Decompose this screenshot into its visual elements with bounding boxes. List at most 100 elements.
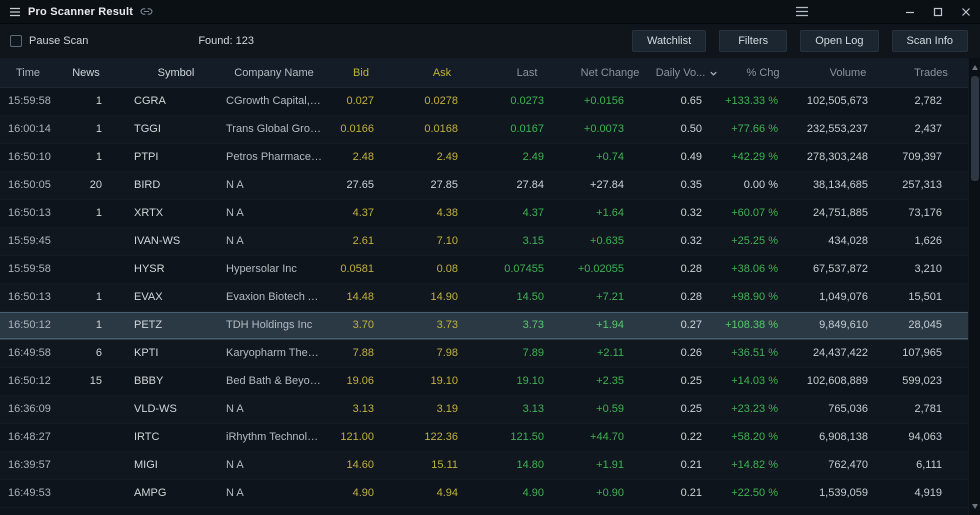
column-header-bid[interactable]: Bid bbox=[322, 58, 400, 87]
cell-volume: 1,049,076 bbox=[819, 291, 868, 303]
cell-time: 16:36:09 bbox=[8, 403, 51, 415]
cell-news: 1 bbox=[95, 291, 102, 303]
column-header-symbol[interactable]: Symbol bbox=[122, 58, 218, 87]
column-header-company[interactable]: Company Name bbox=[218, 58, 322, 87]
scroll-up-button[interactable] bbox=[969, 60, 980, 74]
cell-net-change: +7.21 bbox=[596, 291, 624, 303]
column-header-ask[interactable]: Ask bbox=[400, 58, 484, 87]
cell-symbol: AMPG bbox=[134, 487, 167, 499]
cell-last: 27.84 bbox=[516, 179, 544, 191]
column-header-volume[interactable]: Volume bbox=[802, 58, 894, 87]
cell-volume: 24,751,885 bbox=[812, 207, 868, 219]
cell-news: 20 bbox=[89, 179, 102, 191]
cell-pct-chg: +42.29 % bbox=[731, 151, 778, 163]
cell-company: Bed Bath & Beyon... bbox=[226, 375, 322, 387]
table-row[interactable]: 15:59:58 1 CGRA CGrowth Capital, I... 0.… bbox=[0, 88, 968, 116]
column-header-pctchg[interactable]: % Chg bbox=[724, 58, 802, 87]
cell-trades: 107,965 bbox=[902, 347, 942, 359]
column-header-last[interactable]: Last bbox=[484, 58, 570, 87]
cell-time: 16:50:13 bbox=[8, 291, 51, 303]
table-row[interactable]: 15:59:45 IVAN-WS N A 2.61 7.10 3.15 +0.6… bbox=[0, 228, 968, 256]
cell-time: 16:50:05 bbox=[8, 179, 51, 191]
cell-daily-vol: 0.25 bbox=[680, 375, 702, 387]
scan-info-button[interactable]: Scan Info bbox=[891, 30, 968, 52]
column-header-news[interactable]: News bbox=[70, 58, 122, 87]
cell-time: 15:59:58 bbox=[8, 263, 51, 275]
cell-pct-chg: +14.82 % bbox=[731, 459, 778, 471]
table-row[interactable]: 16:50:12 1 PETZ TDH Holdings Inc 3.70 3.… bbox=[0, 312, 968, 340]
cell-last: 121.50 bbox=[510, 431, 544, 443]
cell-trades: 15,501 bbox=[908, 291, 942, 303]
cell-net-change: +44.70 bbox=[590, 431, 624, 443]
cell-volume: 102,608,889 bbox=[806, 375, 868, 387]
cell-last: 4.90 bbox=[522, 487, 544, 499]
table-row[interactable]: 16:49:58 6 KPTI Karyopharm Thera... 7.88… bbox=[0, 340, 968, 368]
cell-net-change: +1.64 bbox=[596, 207, 624, 219]
close-button[interactable] bbox=[952, 0, 980, 23]
cell-ask: 3.73 bbox=[436, 319, 458, 331]
cell-last: 14.50 bbox=[516, 291, 544, 303]
cell-time: 16:50:12 bbox=[8, 319, 51, 331]
minimize-button[interactable] bbox=[896, 0, 924, 23]
table-row[interactable]: 16:50:10 1 PTPI Petros Pharmaceu... 2.48… bbox=[0, 144, 968, 172]
cell-company: CGrowth Capital, I... bbox=[226, 95, 322, 107]
cell-pct-chg: +98.90 % bbox=[731, 291, 778, 303]
cell-volume: 67,537,872 bbox=[812, 263, 868, 275]
titlebar: Pro Scanner Result bbox=[0, 0, 980, 24]
cell-ask: 0.08 bbox=[436, 263, 458, 275]
cell-trades: 2,781 bbox=[914, 403, 942, 415]
table-row[interactable]: 16:48:27 IRTC iRhythm Technolo... 121.00… bbox=[0, 424, 968, 452]
scroll-down-button[interactable] bbox=[969, 499, 980, 513]
cell-bid: 4.37 bbox=[352, 207, 374, 219]
cell-symbol: VLD-WS bbox=[134, 403, 177, 415]
column-header-dailyvol[interactable]: Daily Vo... bbox=[650, 58, 724, 87]
cell-volume: 232,553,237 bbox=[806, 123, 868, 135]
cell-company: Evaxion Biotech A/S bbox=[226, 291, 322, 303]
column-header-netchange[interactable]: Net Change bbox=[570, 58, 650, 87]
cell-company: N A bbox=[226, 487, 244, 499]
menu-icon[interactable] bbox=[786, 0, 818, 23]
cell-daily-vol: 0.27 bbox=[680, 319, 702, 331]
table-row[interactable]: 16:39:57 MIGI N A 14.60 15.11 14.80 +1.9… bbox=[0, 452, 968, 480]
cell-symbol: HYSR bbox=[134, 263, 165, 275]
cell-daily-vol: 0.25 bbox=[680, 403, 702, 415]
link-icon[interactable] bbox=[140, 5, 153, 18]
cell-news bbox=[70, 424, 122, 451]
cell-pct-chg: +36.51 % bbox=[731, 347, 778, 359]
filters-button[interactable]: Filters bbox=[719, 30, 788, 52]
cell-company: N A bbox=[226, 403, 244, 415]
cell-trades: 257,313 bbox=[902, 179, 942, 191]
cell-volume: 6,908,138 bbox=[819, 431, 868, 443]
watchlist-button[interactable]: Watchlist bbox=[631, 30, 707, 52]
table-row[interactable]: 16:50:13 1 XRTX N A 4.37 4.38 4.37 +1.64… bbox=[0, 200, 968, 228]
cell-news bbox=[70, 228, 122, 255]
cell-daily-vol: 0.32 bbox=[680, 207, 702, 219]
cell-pct-chg: +25.25 % bbox=[731, 235, 778, 247]
scrollbar-thumb[interactable] bbox=[971, 76, 979, 181]
maximize-button[interactable] bbox=[924, 0, 952, 23]
cell-ask: 19.10 bbox=[430, 375, 458, 387]
table-row[interactable]: 16:49:53 AMPG N A 4.90 4.94 4.90 +0.90 0… bbox=[0, 480, 968, 508]
table-body: 15:59:58 1 CGRA CGrowth Capital, I... 0.… bbox=[0, 88, 968, 508]
cell-daily-vol: 0.50 bbox=[680, 123, 702, 135]
cell-time: 16:49:53 bbox=[8, 487, 51, 499]
scrollbar[interactable] bbox=[968, 58, 980, 515]
column-header-time[interactable]: Time bbox=[0, 58, 70, 87]
cell-ask: 15.11 bbox=[431, 459, 458, 471]
pause-scan-checkbox[interactable]: Pause Scan bbox=[10, 35, 88, 47]
cell-bid: 19.06 bbox=[346, 375, 374, 387]
column-header-trades[interactable]: Trades bbox=[894, 58, 968, 87]
cell-last: 0.0167 bbox=[510, 123, 544, 135]
table-row[interactable]: 16:00:14 1 TGGI Trans Global Grou... 0.0… bbox=[0, 116, 968, 144]
table-row[interactable]: 16:50:12 15 BBBY Bed Bath & Beyon... 19.… bbox=[0, 368, 968, 396]
table-row[interactable]: 16:36:09 VLD-WS N A 3.13 3.19 3.13 +0.59… bbox=[0, 396, 968, 424]
cell-symbol: TGGI bbox=[134, 123, 161, 135]
cell-company: N A bbox=[226, 459, 244, 471]
cell-volume: 434,028 bbox=[828, 235, 868, 247]
table-row[interactable]: 15:59:58 HYSR Hypersolar Inc 0.0581 0.08… bbox=[0, 256, 968, 284]
table-row[interactable]: 16:50:13 1 EVAX Evaxion Biotech A/S 14.4… bbox=[0, 284, 968, 312]
cell-daily-vol: 0.28 bbox=[680, 263, 702, 275]
table-row[interactable]: 16:50:05 20 BIRD N A 27.65 27.85 27.84 +… bbox=[0, 172, 968, 200]
open-log-button[interactable]: Open Log bbox=[800, 30, 879, 52]
cell-trades: 6,111 bbox=[916, 459, 942, 471]
